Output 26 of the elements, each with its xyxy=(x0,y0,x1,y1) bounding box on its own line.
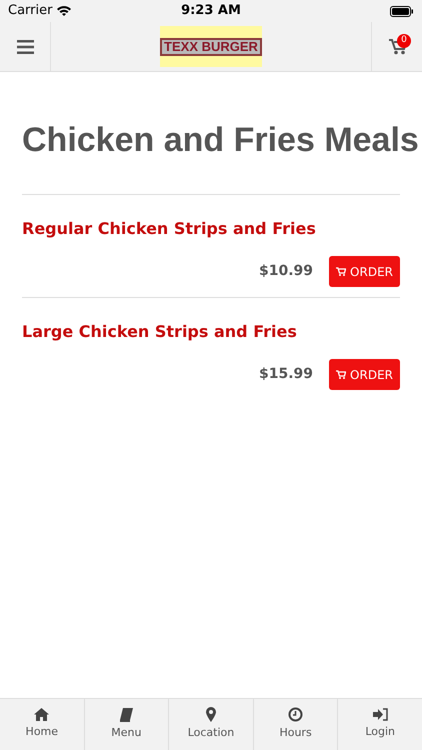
item-name: Regular Chicken Strips and Fries xyxy=(22,218,317,240)
item-name: Large Chicken Strips and Fries xyxy=(22,321,298,343)
logo[interactable]: TEXX BURGER xyxy=(160,38,262,56)
order-button[interactable]: ORDER xyxy=(329,256,400,287)
cart-icon xyxy=(336,370,346,379)
order-button[interactable]: ORDER xyxy=(329,359,400,390)
location-pin-icon xyxy=(206,707,216,722)
battery-icon xyxy=(390,6,414,16)
wifi-icon xyxy=(56,5,72,17)
tab-button[interactable]: Login xyxy=(337,699,422,750)
menu-icon xyxy=(16,40,34,54)
item-price: $10.99 xyxy=(259,262,314,281)
status-time: 9:23 AM xyxy=(181,2,241,20)
tab-button[interactable]: Menu xyxy=(84,699,168,750)
item-price: $15.99 xyxy=(259,365,314,384)
tab-button[interactable]: Hours xyxy=(252,699,338,750)
cart-button[interactable]: 0 xyxy=(371,22,422,71)
clock-icon xyxy=(288,707,304,722)
login-icon xyxy=(372,708,388,722)
carrier-label: Carrier xyxy=(8,2,52,20)
tab-button[interactable]: Location xyxy=(168,699,253,750)
page-title: Chicken and Fries Meals xyxy=(22,120,419,160)
cart-icon xyxy=(336,267,346,276)
home-icon xyxy=(34,708,50,722)
cart-count-badge: 0 xyxy=(397,34,411,48)
tab-button[interactable]: Home xyxy=(0,699,84,750)
